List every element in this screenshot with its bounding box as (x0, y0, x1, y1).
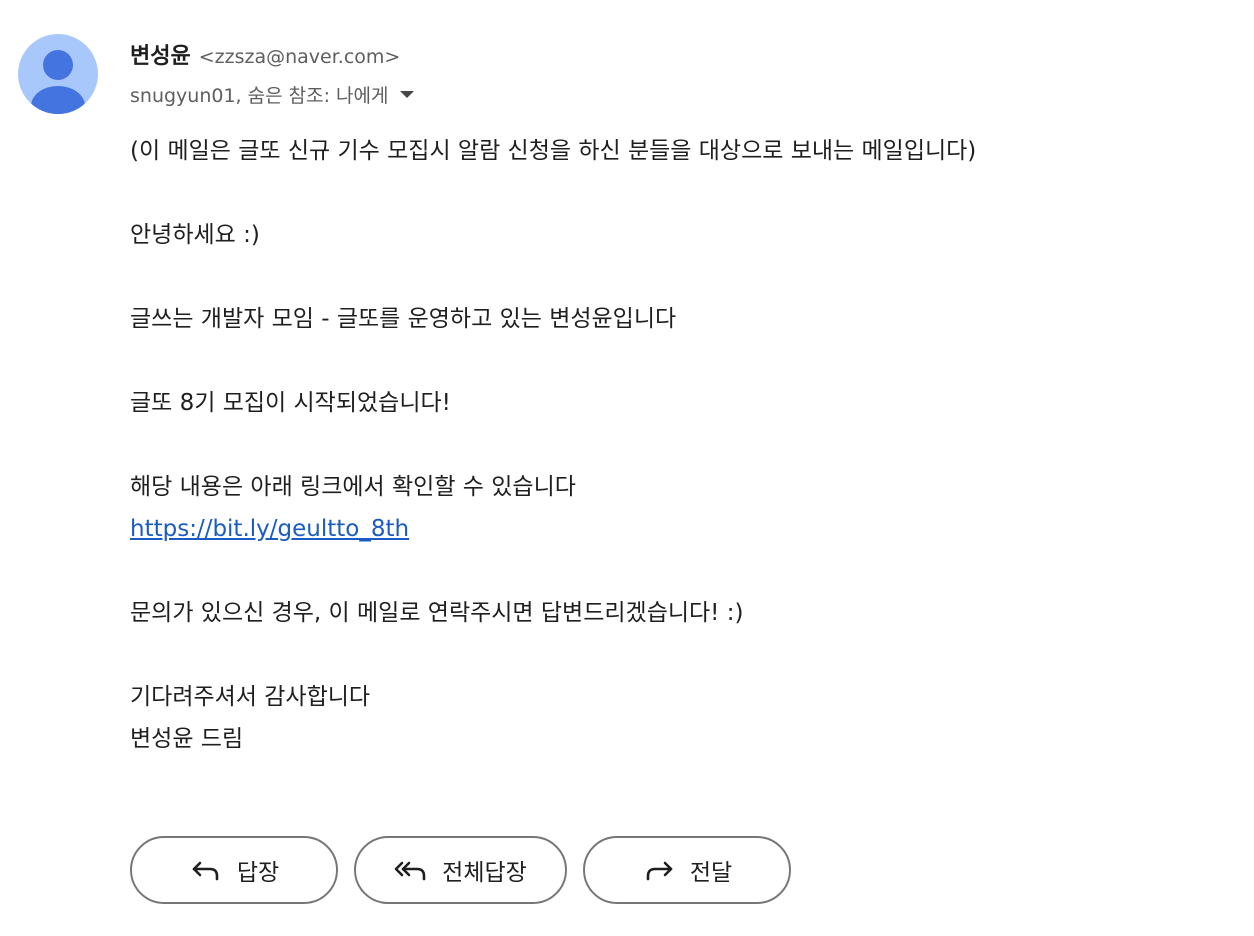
body-signature: 변성윤 드림 (130, 726, 244, 752)
caret-down-icon[interactable] (400, 90, 415, 98)
person-icon (31, 50, 85, 114)
body-contact: 문의가 있으신 경우, 이 메일로 연락주시면 답변드리겠습니다! :) (130, 600, 744, 626)
reply-all-button[interactable]: 전체답장 (354, 836, 567, 904)
body-thanks: 기다려주셔서 감사합니다 (130, 684, 371, 710)
email-body: (이 메일은 글또 신규 기수 모집시 알람 신청을 하신 분들을 대상으로 보… (130, 130, 1230, 760)
reply-all-label: 전체답장 (442, 860, 527, 886)
forward-icon (642, 856, 676, 884)
body-greeting: 안녕하세요 :) (130, 222, 260, 248)
sender-line: 변성윤 <zzsza@naver.com> (130, 38, 400, 70)
body-announcement: 글또 8기 모집이 시작되었습니다! (130, 390, 451, 416)
body-details: 해당 내용은 아래 링크에서 확인할 수 있습니다 (130, 474, 576, 500)
recipient-line: snugyun01, 숨은 참조: 나에게 (130, 80, 415, 108)
body-intro: (이 메일은 글또 신규 기수 모집시 알람 신청을 하신 분들을 대상으로 보… (130, 138, 977, 164)
sender-name[interactable]: 변성윤 (130, 38, 191, 70)
recipients-text: snugyun01, 숨은 참조: 나에게 (130, 84, 389, 107)
reply-all-icon (394, 856, 428, 884)
sender-email: <zzsza@naver.com> (198, 46, 401, 68)
reply-button[interactable]: 답장 (130, 836, 338, 904)
recruitment-link[interactable]: https://bit.ly/geultto_8th (130, 516, 409, 542)
body-introduction: 글쓰는 개발자 모임 - 글또를 운영하고 있는 변성윤입니다 (130, 306, 677, 332)
forward-label: 전달 (689, 860, 733, 886)
reply-icon (189, 856, 223, 884)
sender-avatar[interactable] (18, 34, 98, 114)
reply-label: 답장 (236, 860, 280, 886)
forward-button[interactable]: 전달 (583, 836, 791, 904)
